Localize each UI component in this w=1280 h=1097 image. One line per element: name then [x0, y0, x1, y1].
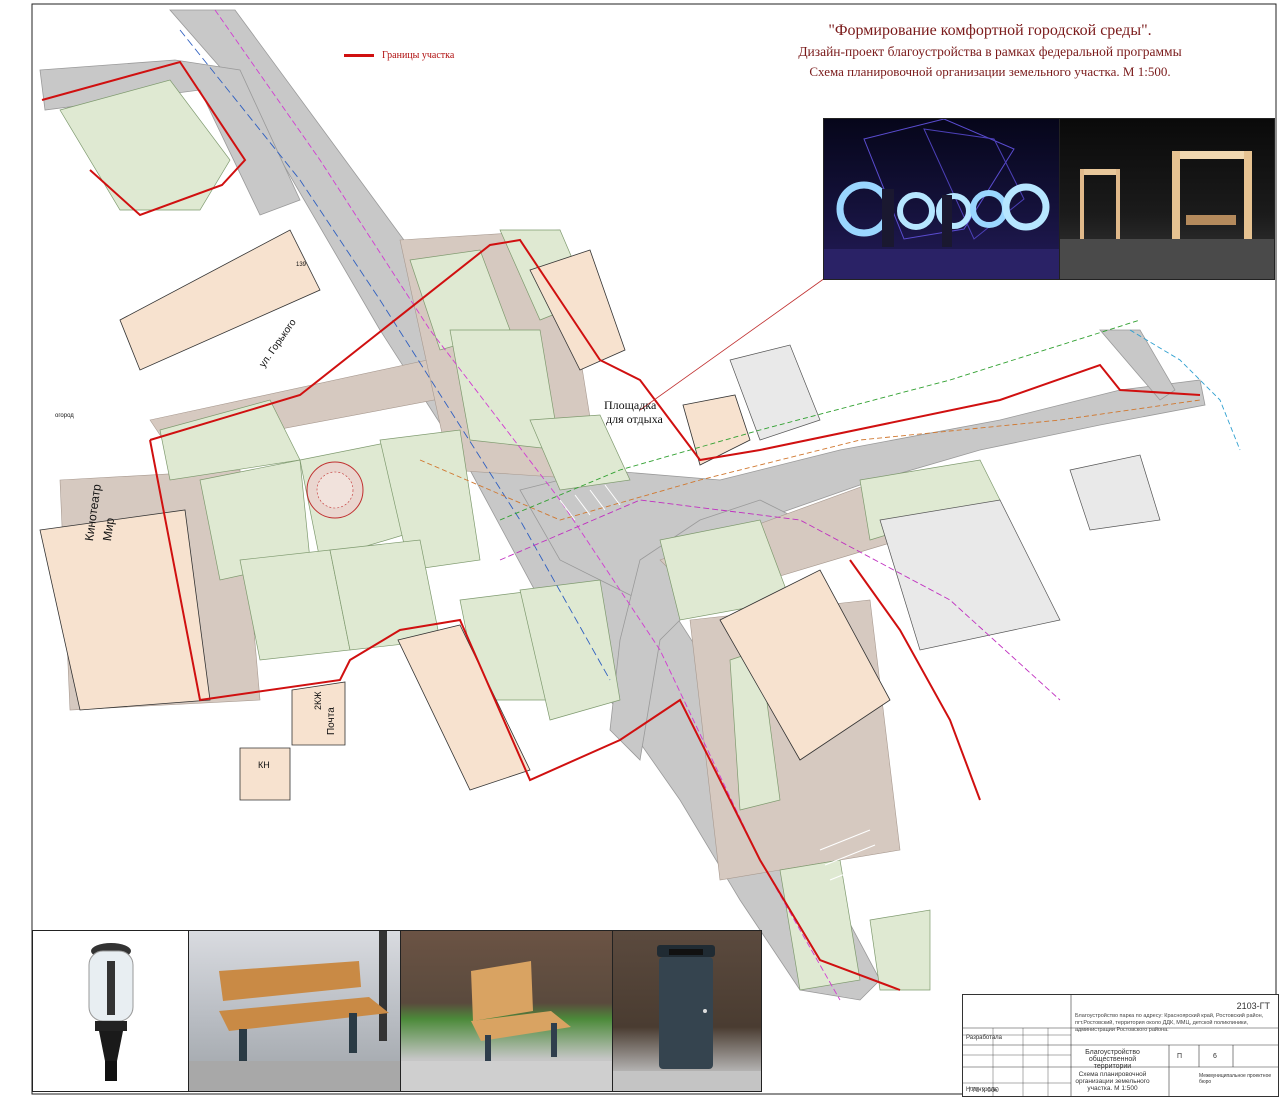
building-north: [119, 229, 321, 371]
legend: Границы участка: [344, 50, 454, 61]
rest-area-label-1: Площадка: [604, 398, 657, 412]
product-photo-bench-1: [188, 930, 402, 1092]
sheet-name: Схема планировочной организации земельно…: [1075, 1071, 1150, 1092]
bin-art: [613, 945, 761, 1091]
post-label-2: Почта: [326, 707, 337, 735]
site-plan-sheet: "Формирование комфортной городской среды…: [0, 0, 1280, 1097]
garden-label: огород: [55, 413, 74, 419]
post-label-1: 2КЖ: [313, 691, 323, 710]
legend-label: Границы участка: [382, 50, 455, 61]
drawing-code: 2103-ГТ: [1236, 1001, 1270, 1011]
project-name: Благоустройство общественной территории: [1085, 1049, 1140, 1070]
title-line-1: "Формирование комфортной городской среды…: [828, 22, 1152, 39]
drawing-stamp: 2103-ГТ Благоустройство парка по адресу:…: [962, 994, 1279, 1097]
title-line-2: Дизайн-проект благоустройства в рамках ф…: [798, 44, 1182, 59]
building-number-label: 139: [296, 262, 307, 268]
stage-value: П: [1177, 1053, 1183, 1060]
building-kiosk: [682, 394, 751, 466]
rest-area-label-2: для отдыха: [606, 412, 663, 426]
developer-label: Разработала: [966, 1035, 1002, 1041]
building-cinema: [39, 509, 211, 711]
lamp-art: [88, 943, 134, 1081]
product-photo-bin: [612, 930, 762, 1092]
bench-art-2: [401, 961, 613, 1091]
organization: Межмуниципальное проектное бюро: [1199, 1073, 1272, 1085]
sheet-number: 6: [1213, 1053, 1217, 1060]
lighting-photo-rings: [823, 118, 1061, 280]
sheet-title: "Формирование комфортной городской среды…: [760, 22, 1220, 80]
kn-label: КН: [258, 760, 270, 770]
title-line-3: Схема планировочной организации земельно…: [809, 64, 1171, 79]
glow-rings-art: [824, 119, 1060, 279]
project-description: Благоустройство парка по адресу: Красноя…: [1075, 1013, 1264, 1033]
swing-frames-art: [1060, 151, 1274, 279]
central-fountain: [306, 461, 364, 519]
product-photo-bench-2: [400, 930, 614, 1092]
product-photo-lamp: [32, 930, 189, 1092]
bench-art-1: [189, 931, 401, 1091]
building-kn: [239, 747, 291, 801]
sheet-format: 770 x 660: [968, 1087, 999, 1094]
lighting-photo-swings: [1059, 118, 1275, 280]
boundary-swatch: [344, 54, 374, 57]
